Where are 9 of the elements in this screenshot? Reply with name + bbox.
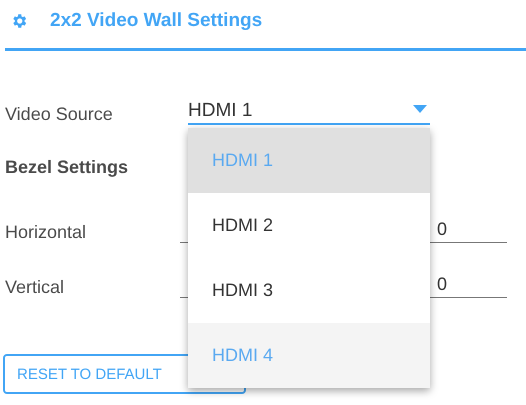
field-label: Video Source xyxy=(4,104,114,125)
menu-option[interactable]: HDMI 3 xyxy=(188,258,430,323)
caret-icon xyxy=(413,105,427,113)
field-label: Horizontal xyxy=(4,222,88,243)
field-label: Vertical xyxy=(4,277,66,298)
video-source-select[interactable]: HDMI 1 xyxy=(188,97,430,125)
panel-title: 2x2 Video Wall Settings xyxy=(50,10,262,32)
section-title: Bezel Settings xyxy=(4,157,130,178)
menu-option[interactable]: HDMI 2 xyxy=(188,193,430,258)
